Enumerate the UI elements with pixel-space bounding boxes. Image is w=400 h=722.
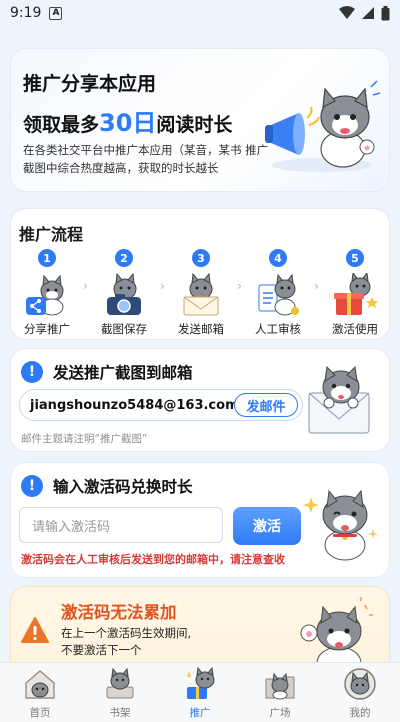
nav-label: 书架 <box>109 707 131 719</box>
nav-label: 广场 <box>269 707 291 719</box>
activate-section-title: 输入激活码兑换时长 <box>53 478 193 496</box>
step-arrow-icon: › <box>314 279 319 293</box>
cat-envelope-icon <box>183 273 219 316</box>
step-arrow-icon: › <box>237 279 242 293</box>
email-subject-hint: 邮件主题请注明“推广截图” <box>21 433 148 445</box>
cat-megaphone-illustration <box>265 80 381 172</box>
battery-icon <box>381 5 390 20</box>
step-number: 5 <box>346 249 364 267</box>
warning-title: 激活码无法累加 <box>61 603 177 622</box>
nav-item-promote[interactable]: 推广 <box>165 667 235 720</box>
cat-gift-icon <box>334 273 378 315</box>
email-address-field[interactable]: jiangshounzo5484@163.com 发邮件 <box>19 389 303 421</box>
info-icon: ! <box>21 361 43 383</box>
send-section-title: 发送推广截图到邮箱 <box>53 364 193 382</box>
cat-camera-icon <box>107 273 141 315</box>
status-time: 9:19 <box>10 5 42 21</box>
step-number: 2 <box>115 249 133 267</box>
hero-days-number: 30日 <box>99 109 157 137</box>
step-label: 截图保存 <box>101 322 147 336</box>
step-label: 分享推广 <box>24 322 70 336</box>
cat-sparkle-illustration <box>303 489 378 561</box>
step-label: 发送邮箱 <box>178 322 224 336</box>
step-number: 1 <box>38 249 56 267</box>
home-icon <box>25 670 55 699</box>
status-bar: 9:19 A <box>0 0 400 26</box>
step-label: 激活使用 <box>332 322 378 336</box>
promo-flow-card: 推广流程 1 分享推广 › 2 截图保存 › 3 发送邮箱 › 4 人工审核 ›… <box>10 208 390 340</box>
flow-step-share: 1 分享推广 <box>17 249 77 337</box>
bottom-navigation: 首页 书架 推广 广场 我的 <box>0 662 400 722</box>
notification-a-icon: A <box>49 6 63 20</box>
activation-hint: 激活码会在人工审核后发送到您的邮箱中，请注意查收 <box>21 553 285 566</box>
signal-icon <box>362 7 374 19</box>
promote-icon <box>187 667 215 699</box>
square-icon <box>265 672 295 700</box>
nav-label: 我的 <box>349 707 371 719</box>
flow-steps: 1 分享推广 › 2 截图保存 › 3 发送邮箱 › 4 人工审核 › 5 激活… <box>11 249 391 337</box>
cat-share-icon <box>26 274 64 316</box>
nav-label: 首页 <box>29 707 51 719</box>
send-section-header: ! 发送推广截图到邮箱 <box>21 361 193 383</box>
status-icons <box>339 5 390 21</box>
flow-title: 推广流程 <box>19 225 84 244</box>
hero-subtitle: 领取最多30日阅读时长 <box>23 103 232 138</box>
wifi-icon <box>339 6 355 19</box>
flow-step-review: 4 人工审核 <box>248 249 308 337</box>
profile-icon <box>344 668 376 700</box>
bookshelf-icon <box>106 667 134 699</box>
hero-description: 在各类社交平台中推广本应用（某音，某书 推广截图中综合热度越高，获取的时长越长 <box>23 143 269 175</box>
step-arrow-icon: › <box>160 279 165 293</box>
nav-item-home[interactable]: 首页 <box>5 667 75 720</box>
flow-step-screenshot: 2 截图保存 <box>94 249 154 337</box>
send-email-card: ! 发送推广截图到邮箱 jiangshounzo5484@163.com 发邮件… <box>10 348 390 452</box>
step-label: 人工审核 <box>255 322 301 336</box>
email-address[interactable]: jiangshounzo5484@163.com <box>30 398 239 413</box>
activate-section-header: ! 输入激活码兑换时长 <box>21 475 193 497</box>
activation-code-input[interactable]: 请输入激活码 <box>19 507 223 543</box>
flow-step-activate: 5 激活使用 <box>325 249 385 337</box>
warning-line-1: 在上一个激活码生效期间, <box>61 626 192 640</box>
nav-item-square[interactable]: 广场 <box>245 667 315 720</box>
hero-subtitle-prefix: 领取最多 <box>23 114 100 136</box>
info-icon: ! <box>21 475 43 497</box>
nav-item-profile[interactable]: 我的 <box>325 667 395 720</box>
flow-step-email: 3 发送邮箱 <box>171 249 231 337</box>
send-email-button[interactable]: 发邮件 <box>234 393 298 417</box>
step-number: 4 <box>269 249 287 267</box>
nav-item-bookshelf[interactable]: 书架 <box>85 667 155 720</box>
hero-title: 推广分享本应用 <box>23 73 157 95</box>
promo-hero-card: 推广分享本应用 领取最多30日阅读时长 在各类社交平台中推广本应用（某音，某书 … <box>10 48 390 192</box>
step-arrow-icon: › <box>83 279 88 293</box>
nav-label: 推广 <box>189 707 211 719</box>
warning-line-2: 不要激活下一个 <box>61 643 142 657</box>
step-number: 3 <box>192 249 210 267</box>
warning-text: 在上一个激活码生效期间, 不要激活下一个 <box>61 625 191 659</box>
activate-button[interactable]: 激活 <box>233 507 301 545</box>
warning-triangle-icon <box>21 617 49 643</box>
hero-subtitle-suffix: 阅读时长 <box>156 114 233 136</box>
activate-code-card: ! 输入激活码兑换时长 请输入激活码 激活 激活码会在人工审核后发送到您的邮箱中… <box>10 462 390 578</box>
cat-envelope-illustration <box>308 365 370 434</box>
cat-review-icon <box>258 273 299 316</box>
